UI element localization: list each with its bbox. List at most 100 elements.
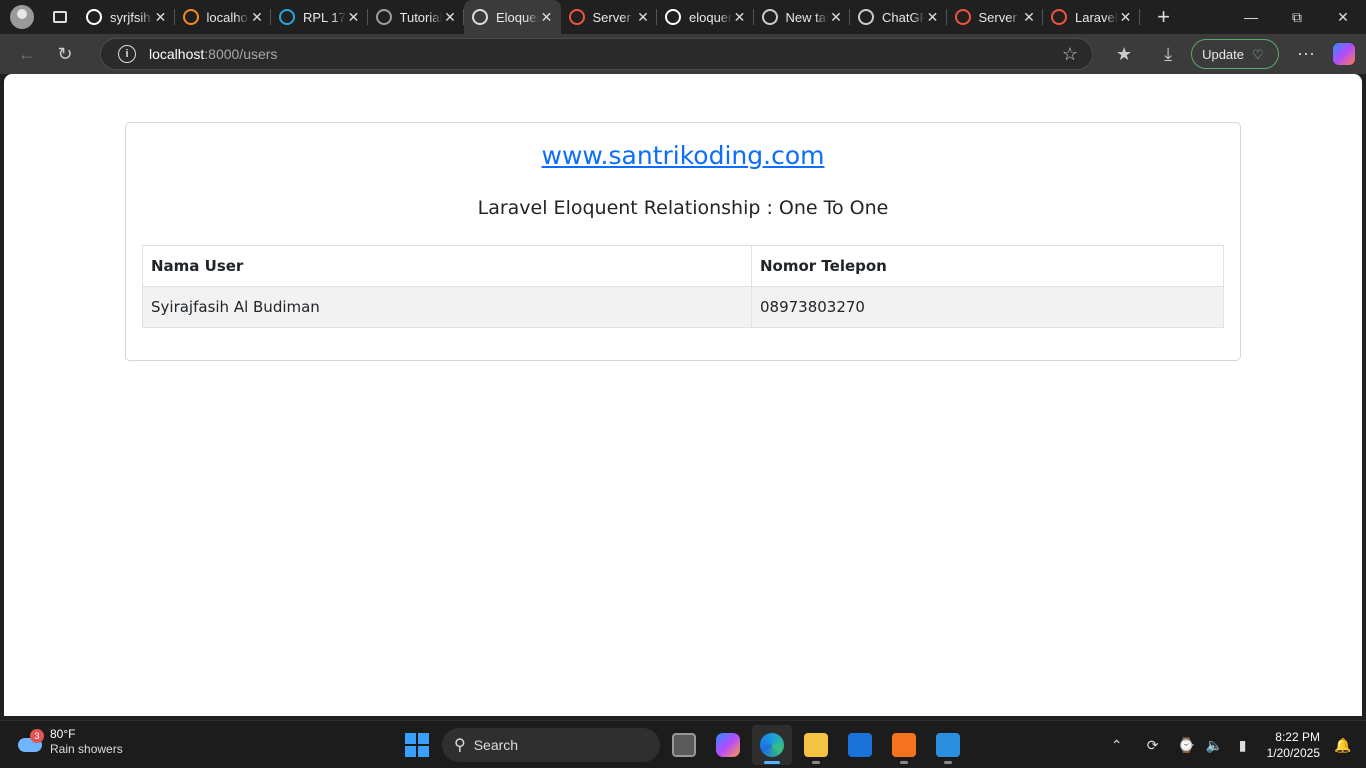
heart-pulse-icon: ♡: [1252, 47, 1264, 62]
downloads-icon[interactable]: ⤓: [1151, 37, 1185, 71]
phpmyadmin-icon: [182, 9, 199, 25]
address-url: localhost:8000/users: [149, 46, 277, 62]
browser-tab[interactable]: Tutorial ✕: [368, 0, 465, 34]
address-bar[interactable]: i localhost:8000/users ☆: [100, 38, 1093, 70]
tab-close-icon[interactable]: ✕: [539, 9, 555, 26]
site-info-icon[interactable]: i: [118, 45, 136, 63]
xampp-button[interactable]: [884, 725, 924, 765]
weather-widget[interactable]: 3 80°F Rain showers: [16, 727, 123, 757]
window-controls: — ⧉ ✕: [1228, 0, 1366, 34]
toolbar-right: ★ ⤓ Update ♡ ⋯: [1107, 34, 1366, 74]
sync-icon[interactable]: ⟳: [1141, 737, 1165, 754]
profile-avatar[interactable]: [10, 5, 34, 29]
task-view-button[interactable]: [664, 725, 704, 765]
folder-icon: [804, 733, 828, 757]
back-button[interactable]: ←: [10, 37, 44, 71]
weather-condition: Rain showers: [50, 742, 123, 756]
site-link[interactable]: www.santrikoding.com: [126, 141, 1240, 170]
browser-toolbar: ← ↻ i localhost:8000/users ☆ ★ ⤓ Update ♡…: [0, 34, 1366, 74]
github-icon: [86, 9, 102, 25]
page-title: Laravel Eloquent Relationship : One To O…: [477, 197, 889, 219]
browser-tab[interactable]: ChatGPT✕: [850, 0, 947, 34]
copilot-app-button[interactable]: [708, 725, 748, 765]
chatgpt-icon: [858, 9, 874, 25]
tab-title: ChatGPT: [882, 9, 925, 25]
content-card: www.santrikoding.com Laravel Eloquent Re…: [125, 122, 1241, 361]
cell-user-name: Syirajfasih Al Budiman: [142, 286, 752, 328]
header-nama-user: Nama User: [142, 245, 752, 287]
wifi-icon[interactable]: ⌚: [1175, 737, 1199, 754]
outlook-button[interactable]: [840, 725, 880, 765]
file-explorer-button[interactable]: [796, 725, 836, 765]
tab-title: Tutorial: [399, 9, 443, 25]
edge-app-button[interactable]: [752, 725, 792, 765]
tab-close-icon[interactable]: ✕: [925, 9, 941, 26]
tutorial-icon: [375, 9, 392, 25]
copilot-app-icon: [716, 733, 740, 757]
tab-title: Laravel: [1075, 9, 1118, 25]
battery-icon[interactable]: ▮: [1231, 737, 1255, 754]
browser-tab[interactable]: Eloquent✕: [464, 0, 561, 34]
tab-actions-button[interactable]: [48, 5, 72, 29]
outlook-icon: [848, 733, 872, 757]
restore-button[interactable]: ⧉: [1274, 0, 1320, 34]
vscode-button[interactable]: [928, 725, 968, 765]
edge-icon: [760, 733, 784, 757]
update-label: Update: [1202, 46, 1244, 62]
close-window-button[interactable]: ✕: [1320, 0, 1366, 34]
tab-close-icon[interactable]: ✕: [1021, 9, 1037, 26]
page-viewport: www.santrikoding.com Laravel Eloquent Re…: [4, 74, 1362, 716]
new-tab-button[interactable]: +: [1144, 4, 1184, 30]
tab-list: syrjfsih✕localhost✕RPL 17✕Tutorial✕Eloqu…: [78, 0, 1140, 34]
browser-tab[interactable]: Laravel ✕: [1043, 0, 1140, 34]
address-path: :8000/users: [204, 46, 278, 62]
tab-close-icon[interactable]: ✕: [249, 9, 265, 26]
browser-tab[interactable]: Server ✕: [947, 0, 1044, 34]
search-icon: ⚲: [454, 737, 466, 754]
browser-tab[interactable]: eloquent✕: [657, 0, 754, 34]
weather-icon: 3: [16, 729, 44, 754]
volume-icon[interactable]: 🔈: [1203, 737, 1227, 754]
tab-title: syrjfsih: [110, 9, 151, 25]
start-button[interactable]: [398, 725, 436, 765]
tab-close-icon[interactable]: ✕: [442, 9, 458, 26]
tab-close-icon[interactable]: ✕: [153, 9, 169, 26]
browser-tab[interactable]: RPL 17 ✕: [271, 0, 368, 34]
more-menu-icon[interactable]: ⋯: [1289, 37, 1323, 71]
tab-close-icon[interactable]: ✕: [346, 9, 362, 26]
tab-close-icon[interactable]: ✕: [635, 9, 651, 26]
xampp-icon: [892, 733, 916, 757]
clock[interactable]: 8:22 PM 1/20/2025: [1267, 729, 1320, 761]
telegram-icon: [279, 9, 295, 25]
tab-title: Eloquent: [496, 9, 539, 25]
favorite-star-icon[interactable]: ☆: [1062, 44, 1078, 65]
system-tray: ⌃ ⟳ ⌚ 🔈 ▮ 8:22 PM 1/20/2025 🔔: [1103, 721, 1366, 768]
globe-icon: [472, 9, 488, 25]
newtab-icon: [761, 9, 778, 25]
browser-tab[interactable]: New tab✕: [754, 0, 851, 34]
task-view-icon: [672, 733, 696, 757]
weather-temp: 80°F: [50, 727, 76, 741]
header-nomor-telepon: Nomor Telepon: [751, 245, 1224, 287]
tab-title: Server: [978, 9, 1017, 25]
refresh-button[interactable]: ↻: [48, 37, 82, 71]
tab-close-icon[interactable]: ✕: [1118, 9, 1134, 26]
browser-tab[interactable]: syrjfsih ✕: [78, 0, 175, 34]
github-icon: [665, 9, 681, 25]
browser-tab[interactable]: localhost✕: [175, 0, 272, 34]
laravel-icon: [568, 9, 585, 25]
show-hidden-icons-chevron-icon[interactable]: ⌃: [1105, 737, 1129, 754]
copilot-icon[interactable]: [1333, 43, 1355, 65]
tab-close-icon[interactable]: ✕: [732, 9, 748, 26]
minimize-button[interactable]: —: [1228, 0, 1274, 34]
tab-close-icon[interactable]: ✕: [828, 9, 844, 26]
cell-phone: 08973803270: [751, 286, 1224, 328]
clock-date: 1/20/2025: [1266, 746, 1320, 760]
tab-actions-icon: [53, 11, 67, 23]
taskbar-search[interactable]: ⚲ Search: [442, 728, 660, 762]
update-button[interactable]: Update ♡: [1191, 39, 1279, 69]
favorites-icon[interactable]: ★: [1107, 37, 1141, 71]
tab-title: New tab: [785, 9, 829, 25]
browser-tab[interactable]: Server ✕: [561, 0, 658, 34]
notification-bell-icon[interactable]: 🔔: [1334, 737, 1354, 754]
